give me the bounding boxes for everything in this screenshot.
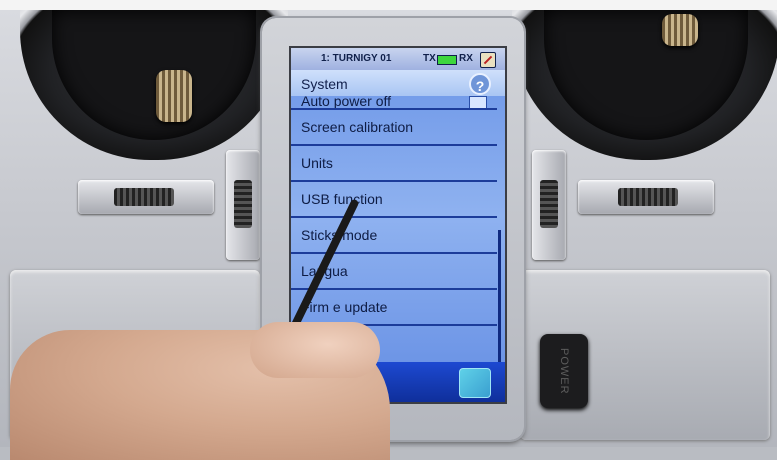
menu-item-label: Auto power off — [301, 96, 392, 109]
menu-item-label: Screen calibration — [301, 119, 414, 135]
left-horizontal-trim-knob[interactable] — [114, 188, 174, 206]
left-gimbal-well — [52, 10, 256, 140]
left-vertical-trim-knob[interactable] — [234, 180, 252, 228]
menu-item-units[interactable]: Units — [291, 146, 497, 182]
menu-item-label: Firm e update — [301, 299, 388, 315]
scrollbar[interactable] — [498, 230, 501, 370]
left-gimbal — [20, 10, 288, 160]
menu-item-usb-function[interactable]: USB function — [291, 182, 497, 218]
left-horizontal-trim[interactable] — [78, 180, 214, 214]
right-horizontal-trim-knob[interactable] — [618, 188, 678, 206]
menu-item-firmware-update[interactable]: Firm e update — [291, 290, 497, 326]
menu-item-sticks-mode[interactable]: Sticks mode — [291, 218, 497, 254]
right-gimbal — [512, 10, 777, 160]
finger — [250, 322, 380, 378]
help-button[interactable]: ? — [469, 73, 491, 95]
model-name: 1: TURNIGY 01 — [321, 53, 392, 64]
back-icon[interactable] — [459, 368, 491, 398]
power-button[interactable]: POWER — [540, 334, 588, 408]
menu-item-screen-calibration[interactable]: Screen calibration — [291, 110, 497, 146]
right-gimbal-well — [544, 10, 748, 140]
question-mark-icon: ? — [475, 78, 485, 94]
left-stick[interactable] — [156, 70, 192, 122]
right-stick[interactable] — [662, 14, 698, 46]
no-signal-icon — [480, 52, 496, 68]
status-bar: 1: TURNIGY 01 TX RX — [291, 48, 505, 70]
title-row: System ? — [291, 70, 505, 96]
battery-icon — [437, 55, 457, 65]
right-vertical-trim-knob[interactable] — [540, 180, 558, 228]
page-title: System — [301, 76, 348, 92]
right-vertical-trim[interactable] — [532, 150, 566, 260]
menu-item-auto-power-off[interactable]: Auto power off — [291, 96, 497, 110]
checkbox-icon[interactable] — [469, 96, 487, 108]
menu-area: System ? Auto power off Screen calibrati… — [291, 70, 505, 370]
menu-item-label: USB function — [301, 191, 383, 207]
rx-label: RX — [459, 53, 473, 64]
right-horizontal-trim[interactable] — [578, 180, 714, 214]
tx-label: TX — [423, 53, 436, 64]
left-vertical-trim[interactable] — [226, 150, 260, 260]
transmitter-top-edge — [0, 0, 777, 10]
menu-item-label: Units — [301, 155, 333, 171]
menu-list: Auto power off Screen calibration Units … — [291, 96, 497, 326]
